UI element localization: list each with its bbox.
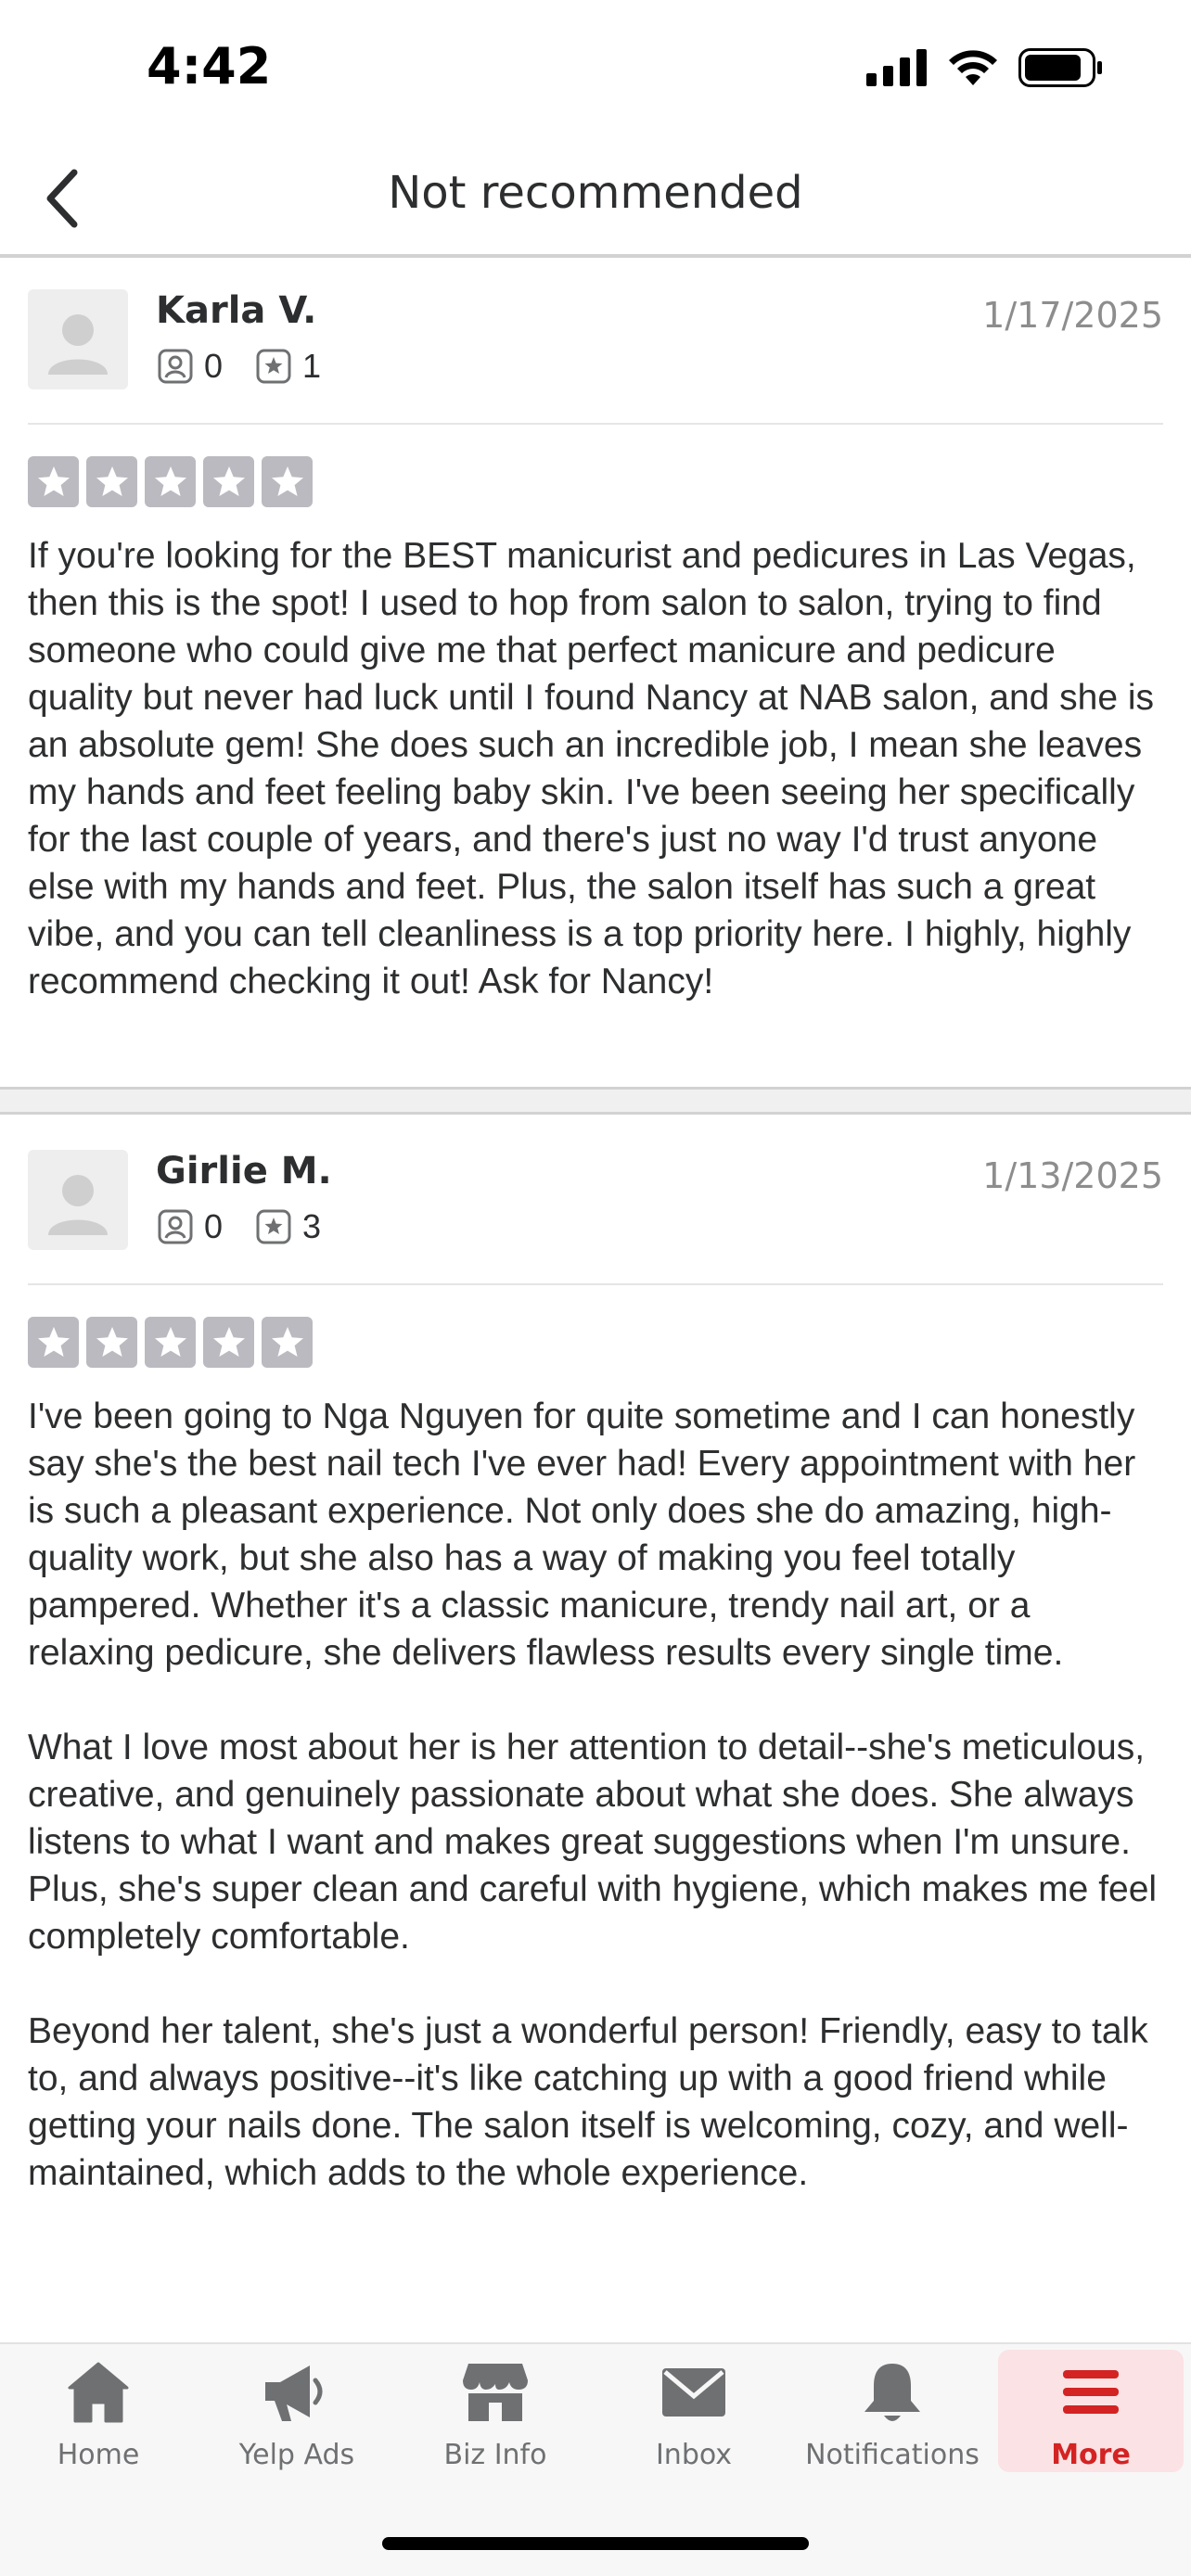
tab-notifications[interactable]: Notifications [800, 2350, 985, 2472]
star-icon [203, 1317, 254, 1368]
tab-yelp-ads[interactable]: Yelp Ads [204, 2350, 390, 2472]
battery-icon [1018, 48, 1102, 87]
status-bar: 4:42 [0, 0, 1191, 139]
review-date: 1/13/2025 [982, 1155, 1163, 1196]
review-separator [0, 1087, 1191, 1115]
review-paragraph: What I love most about her is her attent… [28, 1728, 1158, 1957]
menu-icon [1063, 2370, 1119, 2414]
friends-count: 0 [204, 347, 224, 385]
home-icon [68, 2362, 129, 2423]
friends-icon [158, 1209, 193, 1244]
friends-icon [158, 349, 193, 384]
star-rating [28, 456, 313, 507]
review-date: 1/17/2025 [982, 295, 1163, 336]
review-paragraph: I've been going to Nga Nguyen for quite … [28, 1396, 1136, 1673]
star-icon [262, 1317, 313, 1368]
review-card: Karla V. 0 1 1/17/2025 If you're looking… [0, 258, 1191, 1087]
review-count: 1 [302, 347, 322, 385]
review-text: I've been going to Nga Nguyen for quite … [28, 1393, 1163, 2197]
review-card: Girlie M. 0 3 1/13/2025 I've been going … [0, 1118, 1191, 2342]
avatar[interactable] [28, 289, 128, 389]
reviewer-name[interactable]: Karla V. [156, 289, 316, 332]
page-title: Not recommended [388, 167, 803, 219]
tab-label: More [1051, 2439, 1131, 2471]
tab-inbox[interactable]: Inbox [601, 2350, 787, 2472]
friends-count: 0 [204, 1207, 224, 1245]
cellular-signal-icon [866, 49, 927, 86]
tab-label: Inbox [655, 2439, 733, 2471]
nav-header: Not recommended [0, 139, 1191, 254]
envelope-icon [662, 2368, 725, 2417]
review-divider [28, 423, 1163, 425]
review-paragraph: Beyond her talent, she's just a wonderfu… [28, 2011, 1148, 2193]
star-icon [86, 1317, 137, 1368]
star-icon [262, 456, 313, 507]
tab-label: Biz Info [443, 2439, 547, 2471]
megaphone-icon [265, 2366, 323, 2421]
star-rating [28, 1317, 313, 1368]
bell-icon [864, 2364, 920, 2421]
reviewer-stats: 0 1 [158, 347, 354, 386]
status-icons [866, 48, 1104, 87]
tab-label: Home [57, 2439, 140, 2471]
star-icon [28, 1317, 79, 1368]
star-icon [86, 456, 137, 507]
tab-label: Yelp Ads [238, 2439, 355, 2471]
reviewer-stats: 0 3 [158, 1207, 354, 1246]
avatar[interactable] [28, 1150, 128, 1250]
star-icon [203, 456, 254, 507]
tab-biz-info[interactable]: Biz Info [403, 2350, 588, 2472]
default-avatar-icon [48, 314, 108, 375]
review-star-icon [256, 1209, 291, 1244]
tab-home[interactable]: Home [6, 2350, 191, 2472]
star-icon [28, 456, 79, 507]
review-star-icon [256, 349, 291, 384]
status-time: 4:42 [147, 37, 272, 96]
star-icon [145, 456, 196, 507]
storefront-icon [463, 2364, 528, 2421]
reviewer-name[interactable]: Girlie M. [156, 1150, 332, 1192]
home-indicator [382, 2537, 809, 2550]
wifi-icon [949, 50, 997, 85]
tab-more[interactable]: More [998, 2350, 1184, 2472]
review-count: 3 [302, 1207, 322, 1245]
review-paragraph: If you're looking for the BEST manicuris… [28, 536, 1155, 1001]
tab-label: Notifications [805, 2439, 980, 2471]
default-avatar-icon [48, 1175, 108, 1235]
review-divider [28, 1283, 1163, 1285]
review-text: If you're looking for the BEST manicuris… [28, 532, 1163, 1005]
star-icon [145, 1317, 196, 1368]
